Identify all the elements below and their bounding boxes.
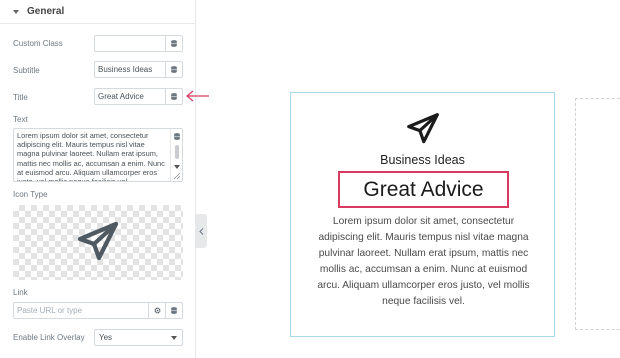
- adjacent-widget-placeholder: [575, 98, 620, 330]
- gear-icon: [154, 307, 160, 314]
- subtitle-label: Subtitle: [13, 66, 40, 75]
- text-textarea-content[interactable]: Lorem ipsum dolor sit amet, consectetur …: [17, 131, 167, 181]
- widget-title: Great Advice: [363, 177, 484, 201]
- database-icon: [171, 40, 177, 47]
- database-icon: [171, 307, 177, 314]
- caret-down-icon: [13, 9, 19, 14]
- settings-panel: General Custom Class Subtitle Business I…: [0, 0, 196, 358]
- text-label: Text: [13, 115, 28, 124]
- dynamic-tags-button[interactable]: [165, 89, 182, 104]
- widget-text: Lorem ipsum dolor sit amet, consectetur …: [317, 216, 530, 307]
- general-section-header[interactable]: General: [0, 0, 196, 24]
- paper-plane-icon: [407, 113, 439, 144]
- dynamic-tags-button[interactable]: [165, 36, 182, 51]
- info-box-widget[interactable]: Business Ideas Great Advice Lorem ipsum …: [290, 92, 555, 337]
- icon-type-label: Icon Type: [13, 190, 48, 199]
- custom-class-label: Custom Class: [13, 39, 63, 48]
- link-field[interactable]: Paste URL or type: [13, 302, 183, 319]
- dynamic-tags-button[interactable]: [165, 62, 182, 77]
- custom-class-input[interactable]: [95, 36, 165, 51]
- enable-link-overlay-select[interactable]: Yes: [94, 329, 183, 346]
- paper-plane-icon: [77, 221, 119, 261]
- database-icon: [171, 93, 177, 100]
- resize-handle-icon[interactable]: [173, 172, 181, 180]
- chevron-left-icon: [199, 227, 204, 235]
- text-textarea[interactable]: Lorem ipsum dolor sit amet, consectetur …: [13, 128, 183, 182]
- title-label: Title: [13, 93, 28, 102]
- icon-picker-preview[interactable]: [13, 205, 183, 280]
- chevron-down-icon: [171, 336, 177, 340]
- custom-class-field[interactable]: [94, 35, 183, 52]
- enable-link-overlay-label: Enable Link Overlay: [13, 333, 85, 342]
- dynamic-tags-button[interactable]: [165, 303, 182, 318]
- link-label: Link: [13, 288, 28, 297]
- title-field[interactable]: Great Advice: [94, 88, 183, 105]
- database-icon[interactable]: [174, 133, 180, 140]
- subtitle-field[interactable]: Business Ideas: [94, 61, 183, 78]
- highlighted-title-box: Great Advice: [338, 171, 509, 208]
- subtitle-input[interactable]: Business Ideas: [95, 62, 165, 77]
- widget-subtitle: Business Ideas: [380, 153, 465, 167]
- panel-collapse-handle[interactable]: [196, 214, 207, 248]
- database-icon: [171, 66, 177, 73]
- scroll-down-icon[interactable]: [174, 165, 180, 169]
- scrollbar-thumb[interactable]: [175, 145, 179, 159]
- link-input[interactable]: Paste URL or type: [14, 303, 148, 318]
- link-options-button[interactable]: [148, 303, 165, 318]
- annotation-arrow-icon: [186, 90, 209, 102]
- section-title: General: [27, 6, 65, 17]
- enable-link-overlay-value: Yes: [99, 333, 113, 342]
- title-input[interactable]: Great Advice: [95, 89, 165, 104]
